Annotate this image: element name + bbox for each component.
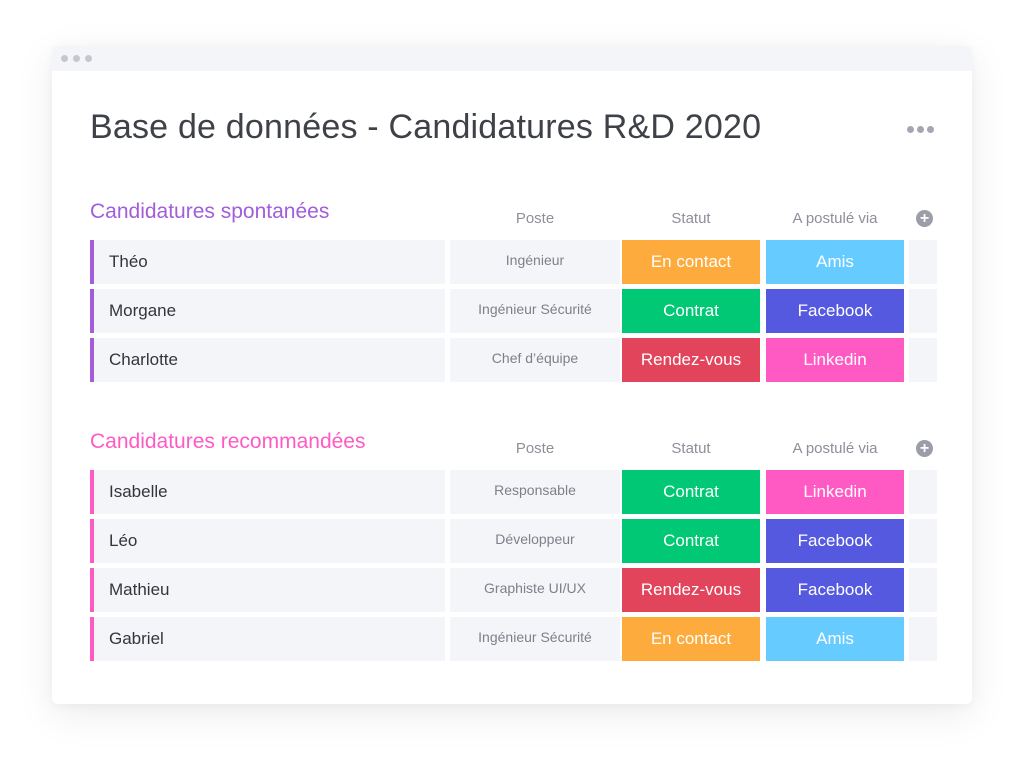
column-header-via[interactable]: A postulé via [766,440,904,457]
table-row: Charlotte Chef d’équipe Rendez-vous Link… [90,338,950,382]
group-title[interactable]: Candidatures spontanées [90,200,329,224]
group-1: Candidatures recommandées Poste Statut A… [90,430,950,666]
column-header-statut[interactable]: Statut [622,440,760,457]
group-header: Candidatures recommandées Poste Statut A… [90,430,950,470]
empty-cell[interactable] [909,240,937,284]
name-cell[interactable]: Isabelle [90,470,445,514]
poste-cell[interactable]: Chef d’équipe [450,338,620,382]
poste-cell[interactable]: Graphiste UI/UX [450,568,620,612]
source-badge[interactable]: Facebook [766,519,904,563]
status-badge[interactable]: Contrat [622,470,760,514]
poste-cell[interactable]: Ingénieur Sécurité [450,617,620,661]
group-title[interactable]: Candidatures recommandées [90,430,365,454]
table-row: Mathieu Graphiste UI/UX Rendez-vous Face… [90,568,950,612]
name-cell[interactable]: Morgane [90,289,445,333]
add-column-icon[interactable]: + [916,210,933,227]
empty-cell[interactable] [909,519,937,563]
empty-cell[interactable] [909,338,937,382]
table-row: Morgane Ingénieur Sécurité Contrat Faceb… [90,289,950,333]
name-cell[interactable]: Théo [90,240,445,284]
group-header: Candidatures spontanées Poste Statut A p… [90,200,950,240]
status-badge[interactable]: Contrat [622,519,760,563]
source-badge[interactable]: Linkedin [766,470,904,514]
source-badge[interactable]: Facebook [766,289,904,333]
empty-cell[interactable] [909,568,937,612]
table-row: Gabriel Ingénieur Sécurité En contact Am… [90,617,950,661]
status-badge[interactable]: Contrat [622,289,760,333]
add-column-icon[interactable]: + [916,440,933,457]
name-cell[interactable]: Mathieu [90,568,445,612]
table-row: Isabelle Responsable Contrat Linkedin [90,470,950,514]
poste-cell[interactable]: Ingénieur [450,240,620,284]
source-badge[interactable]: Amis [766,617,904,661]
empty-cell[interactable] [909,617,937,661]
app-window: Base de données - Candidatures R&D 2020 … [52,46,972,704]
group-0: Candidatures spontanées Poste Statut A p… [90,200,950,387]
poste-cell[interactable]: Développeur [450,519,620,563]
empty-cell[interactable] [909,289,937,333]
name-cell[interactable]: Charlotte [90,338,445,382]
column-header-poste[interactable]: Poste [450,440,620,457]
window-dot-icon[interactable] [73,55,80,62]
source-badge[interactable]: Linkedin [766,338,904,382]
column-header-poste[interactable]: Poste [450,210,620,227]
empty-cell[interactable] [909,470,937,514]
column-header-statut[interactable]: Statut [622,210,760,227]
table-row: Théo Ingénieur En contact Amis [90,240,950,284]
source-badge[interactable]: Facebook [766,568,904,612]
status-badge[interactable]: Rendez-vous [622,338,760,382]
page-title: Base de données - Candidatures R&D 2020 [90,108,762,146]
column-header-via[interactable]: A postulé via [766,210,904,227]
window-dot-icon[interactable] [85,55,92,62]
status-badge[interactable]: Rendez-vous [622,568,760,612]
name-cell[interactable]: Léo [90,519,445,563]
status-badge[interactable]: En contact [622,617,760,661]
window-dot-icon[interactable] [61,55,68,62]
poste-cell[interactable]: Ingénieur Sécurité [450,289,620,333]
name-cell[interactable]: Gabriel [90,617,445,661]
table-row: Léo Développeur Contrat Facebook [90,519,950,563]
poste-cell[interactable]: Responsable [450,470,620,514]
more-options-icon[interactable] [907,126,934,133]
window-titlebar [52,46,972,71]
source-badge[interactable]: Amis [766,240,904,284]
status-badge[interactable]: En contact [622,240,760,284]
